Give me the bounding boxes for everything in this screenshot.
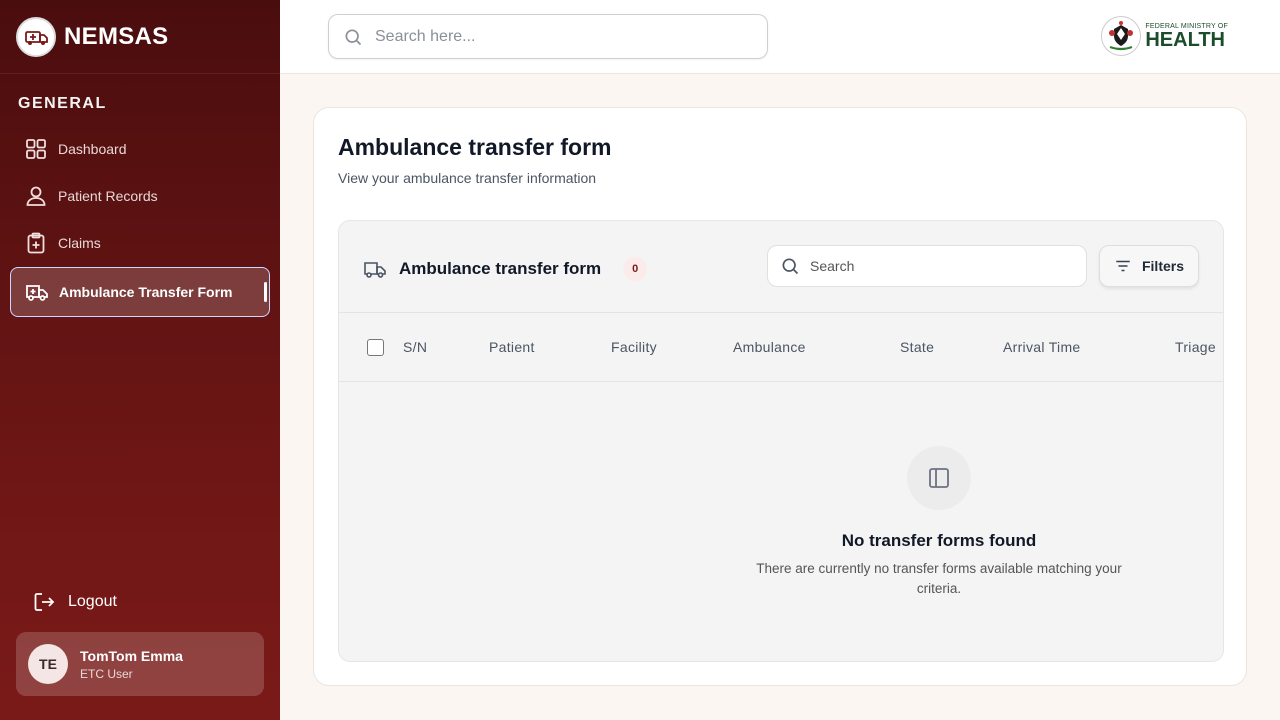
column-header-patient[interactable]: Patient [489, 339, 535, 355]
sidebar-item-label: Dashboard [58, 141, 127, 157]
column-header-facility[interactable]: Facility [611, 339, 657, 355]
filters-label: Filters [1141, 258, 1184, 274]
main-card: Ambulance transfer form View your ambula… [313, 107, 1247, 686]
count-badge: 0 [623, 257, 648, 281]
column-header-sn[interactable]: S/N [403, 339, 427, 355]
logout-icon [34, 593, 55, 611]
select-all-checkbox[interactable] [367, 339, 384, 356]
column-header-arrival-time[interactable]: Arrival Time [1003, 339, 1081, 355]
empty-state-title: No transfer forms found [841, 531, 1037, 550]
global-search-input[interactable] [375, 27, 755, 46]
page-subtitle: View your ambulance transfer information [338, 170, 597, 186]
sidebar-item-label: Claims [58, 235, 101, 251]
transfer-form-panel: Ambulance transfer form 0 Filters S/N Pa… [338, 220, 1224, 662]
page-title: Ambulance transfer form [338, 134, 612, 160]
column-header-ambulance[interactable]: Ambulance [733, 339, 806, 355]
table-header: S/N Patient Facility Ambulance State Arr… [339, 312, 1223, 382]
nemsas-logo [16, 16, 56, 57]
logout-label: Logout [68, 593, 117, 610]
filters-button[interactable]: Filters [1099, 245, 1199, 287]
ambulance-icon [26, 285, 48, 301]
brand[interactable]: NEMSAS [0, 0, 280, 74]
search-icon [345, 29, 362, 45]
ministry-of-health-logo: FEDERAL MINISTRY OF HEALTH [1101, 16, 1228, 56]
empty-state-icon-wrap [907, 446, 971, 510]
brand-name: NEMSAS [64, 22, 169, 50]
user-name: TomTom Emma [80, 647, 183, 664]
topbar: FEDERAL MINISTRY OF HEALTH [280, 0, 1280, 74]
column-header-triage[interactable]: Triage [1175, 339, 1216, 355]
sidebar-item-dashboard[interactable]: Dashboard [10, 126, 270, 172]
truck-icon [364, 262, 386, 278]
sidebar-item-patient-records[interactable]: Patient Records [10, 173, 270, 219]
sidebar-panel-icon [929, 468, 949, 488]
sidebar-nav: Dashboard Patient Records Claims Ambulan… [10, 126, 270, 318]
grid-icon [26, 139, 46, 159]
clipboard-plus-icon [27, 232, 45, 254]
user-profile-card[interactable]: TE TomTom Emma ETC User [16, 632, 264, 696]
user-icon [26, 186, 46, 206]
sidebar-item-ambulance-transfer-form[interactable]: Ambulance Transfer Form [10, 267, 270, 317]
sidebar-item-label: Patient Records [58, 188, 158, 204]
coat-of-arms-icon [1101, 16, 1142, 56]
avatar: TE [28, 644, 68, 684]
sidebar-section-title: GENERAL [18, 95, 107, 112]
user-role: ETC User [80, 666, 133, 681]
sidebar-item-label: Ambulance Transfer Form [59, 284, 233, 300]
sidebar: NEMSAS GENERAL Dashboard Patient Records… [0, 0, 280, 720]
table-search[interactable] [767, 245, 1087, 287]
panel-title: Ambulance transfer form [399, 259, 602, 278]
logout-button[interactable]: Logout [32, 590, 117, 614]
column-header-state[interactable]: State [900, 339, 934, 355]
panel-header: Ambulance transfer form 0 [363, 257, 648, 281]
global-search[interactable] [328, 14, 768, 59]
sidebar-item-claims[interactable]: Claims [10, 220, 270, 266]
table-search-input[interactable] [810, 258, 1070, 274]
search-icon [782, 258, 799, 275]
empty-state-description: There are currently no transfer forms av… [756, 561, 1122, 596]
ministry-label-big: HEALTH [1145, 28, 1225, 51]
filter-icon [1116, 260, 1130, 272]
ambulance-logo-icon [25, 30, 48, 45]
